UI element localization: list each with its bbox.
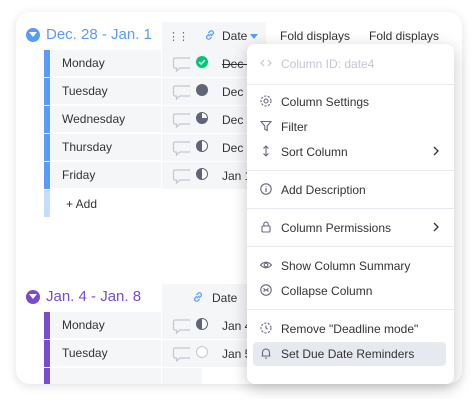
group-title[interactable]: Jan. 4 - Jan. 8 (46, 288, 141, 305)
menu-divider (247, 170, 454, 171)
progress-full-icon (196, 84, 208, 99)
bell-icon (259, 346, 273, 363)
group-color-bar (44, 312, 50, 339)
menu-divider (247, 84, 454, 85)
code-icon (259, 56, 273, 73)
menu-divider (247, 208, 454, 209)
info-icon (259, 182, 273, 199)
progress-quarter-icon (196, 112, 208, 127)
group-header-2[interactable]: Jan. 4 - Jan. 8 (26, 288, 141, 305)
group-color-bar (44, 134, 50, 161)
chevron-down-icon[interactable] (26, 289, 40, 304)
column-id-label: Column ID: date4 (281, 57, 375, 71)
menu-item-collapse-column[interactable]: Collapse Column (253, 279, 446, 303)
group-color-bar (44, 162, 50, 189)
check-circle-icon (196, 56, 208, 71)
menu-item-label: Set Due Date Reminders (281, 347, 415, 361)
collapse-icon (259, 283, 273, 300)
menu-item-filter[interactable]: Filter (253, 115, 446, 139)
menu-item-column-settings[interactable]: Column Settings (253, 90, 446, 114)
filter-icon (259, 119, 273, 136)
row-name-truncated[interactable] (51, 368, 161, 384)
row-name[interactable]: Tuesday (51, 78, 161, 105)
link-icon (204, 29, 216, 44)
chevron-down-icon[interactable] (26, 27, 40, 42)
menu-item-add-description[interactable]: Add Description (253, 178, 446, 202)
menu-item-label: Show Column Summary (281, 259, 411, 273)
row-name[interactable]: Monday (51, 50, 161, 77)
group-color-bar (44, 78, 50, 105)
group-color-bar (44, 368, 50, 384)
add-item-button[interactable]: + Add (66, 190, 97, 217)
menu-item-label: Sort Column (281, 145, 348, 159)
eye-icon (259, 258, 273, 275)
row-name[interactable]: Wednesday (51, 106, 161, 133)
menu-item-label: Column Settings (281, 95, 370, 109)
chevron-right-icon (432, 221, 440, 236)
chevron-right-icon (432, 145, 440, 160)
menu-item-label: Add Description (281, 183, 366, 197)
sort-icon (259, 144, 273, 161)
group-color-bar (44, 340, 50, 367)
link-icon (192, 291, 204, 306)
menu-item-column-permissions[interactable]: Column Permissions (253, 216, 446, 240)
menu-item-label: Filter (281, 120, 308, 134)
menu-item-label: Remove "Deadline mode" (281, 322, 419, 336)
group-color-bar (44, 50, 50, 77)
row-name[interactable]: Monday (51, 312, 161, 339)
menu-item-label: Collapse Column (281, 284, 373, 298)
column-id-item: Column ID: date4 (253, 52, 446, 76)
menu-item-remove-deadline-mode[interactable]: Remove "Deadline mode" (253, 317, 446, 341)
lock-icon (259, 220, 273, 237)
progress-three-quarter-icon (196, 140, 208, 155)
menu-item-show-column-summary[interactable]: Show Column Summary (253, 254, 446, 278)
gear-icon (259, 94, 273, 111)
progress-half-icon (196, 168, 208, 183)
group-header-1[interactable]: Dec. 28 - Jan. 1 (26, 26, 152, 43)
date-column-title: Date (212, 291, 238, 305)
menu-item-sort-column[interactable]: Sort Column (253, 140, 446, 164)
column-context-menu: Column ID: date4 Column Settings Filter … (247, 44, 454, 384)
progress-empty-icon (196, 346, 208, 361)
deadline-gear-icon (259, 321, 273, 338)
menu-divider (247, 246, 454, 247)
menu-item-set-due-date-reminders[interactable]: Set Due Date Reminders (253, 342, 446, 366)
chat-icon[interactable] (162, 368, 202, 384)
group-color-bar (44, 106, 50, 133)
menu-divider (247, 309, 454, 310)
menu-item-label: Column Permissions (281, 221, 392, 235)
row-name[interactable]: Tuesday (51, 340, 161, 367)
caret-down-icon (250, 29, 258, 43)
group-color-bar (44, 190, 50, 217)
group-title[interactable]: Dec. 28 - Jan. 1 (46, 26, 152, 43)
drag-handle-icon[interactable]: ⋮⋮ (168, 30, 189, 43)
progress-half-icon (196, 318, 208, 333)
row-name[interactable]: Friday (51, 162, 161, 189)
row-name[interactable]: Thursday (51, 134, 161, 161)
